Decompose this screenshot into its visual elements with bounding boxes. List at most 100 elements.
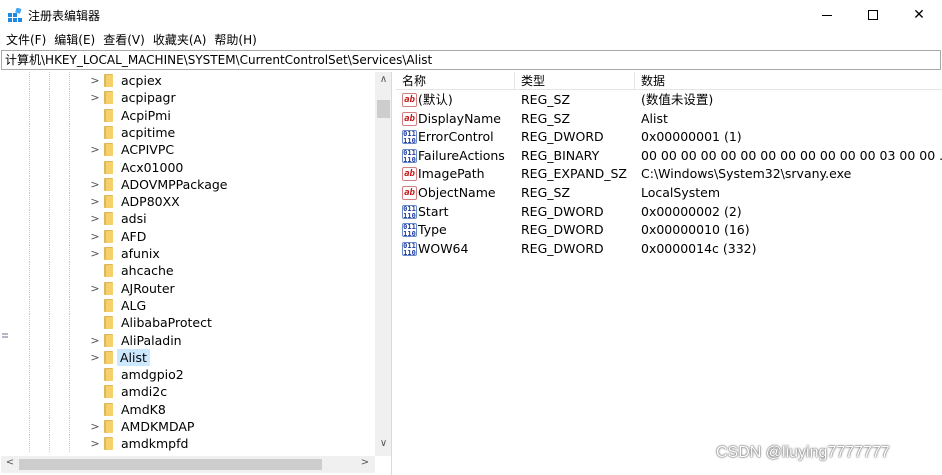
tree-item[interactable]: ALG [1, 296, 375, 314]
splitter-handle[interactable] [2, 333, 8, 339]
scroll-up-icon[interactable]: ∧ [375, 74, 391, 88]
column-header-type[interactable]: 类型 [515, 72, 635, 90]
column-header-name[interactable]: 名称 [396, 72, 515, 90]
tree-item-label[interactable]: afunix [119, 245, 162, 262]
menu-file[interactable]: 文件(F) [2, 30, 50, 50]
tree-item-label[interactable]: amdi2c [119, 383, 169, 400]
tree-item-label[interactable]: AlibabaProtect [119, 314, 214, 331]
tree-item[interactable]: AcpiPmi [1, 106, 375, 124]
address-bar[interactable]: 计算机\HKEY_LOCAL_MACHINE\SYSTEM\CurrentCon… [1, 50, 941, 70]
tree-item[interactable]: > AFD [1, 227, 375, 245]
tree-item-label[interactable]: ADOVMPPackage [119, 176, 229, 193]
tree-item[interactable]: > adsi [1, 210, 375, 228]
tree-item[interactable]: Acx01000 [1, 158, 375, 176]
chevron-right-icon[interactable]: > [89, 177, 101, 192]
value-row[interactable]: ab ObjectName REG_SZ LocalSystem [396, 184, 942, 203]
tree-item-label[interactable]: AMDKMDAP [119, 418, 196, 435]
menu-edit[interactable]: 编辑(E) [50, 30, 99, 50]
chevron-right-icon[interactable]: > [89, 246, 101, 261]
tree-item-label[interactable]: acpiex [119, 72, 164, 89]
scroll-thumb[interactable] [19, 459, 322, 470]
title-bar: 注册表编辑器 ✕ [0, 0, 942, 30]
value-row[interactable]: ab (默认) REG_SZ (数值未设置) [396, 91, 942, 110]
scroll-left-icon[interactable]: < [3, 457, 17, 472]
tree-item-label[interactable]: amdgpio2 [119, 366, 186, 383]
close-button[interactable]: ✕ [896, 0, 942, 30]
tree-item-label[interactable]: ahcache [119, 262, 176, 279]
tree-item-label[interactable]: Acx01000 [119, 159, 185, 176]
tree-item[interactable]: > ADP80XX [1, 193, 375, 211]
tree-item[interactable]: > amdkmpfd [1, 435, 375, 453]
chevron-right-icon[interactable]: > [89, 281, 101, 296]
value-type: REG_EXPAND_SZ [521, 166, 627, 182]
tree-item-label[interactable]: amdkmpfd [119, 435, 190, 452]
chevron-right-icon[interactable]: > [89, 142, 101, 157]
chevron-right-icon[interactable]: > [89, 229, 101, 244]
tree-item[interactable]: > AliPaladin [1, 331, 375, 349]
chevron-right-icon[interactable]: > [89, 73, 101, 88]
scroll-right-icon[interactable]: > [358, 457, 372, 472]
tree-item[interactable]: amdgpio2 [1, 366, 375, 384]
value-row[interactable]: 011 110 WOW64 REG_DWORD 0x0000014c (332) [396, 240, 942, 259]
tree-item[interactable]: > afunix [1, 245, 375, 262]
string-value-icon: ab [402, 167, 417, 182]
tree-item[interactable]: amdi2c [1, 383, 375, 401]
chevron-right-icon[interactable]: > [89, 350, 101, 365]
tree-vertical-scrollbar[interactable]: ∧ ∨ [375, 72, 391, 456]
tree-item-label[interactable]: adsi [119, 210, 149, 227]
tree-item[interactable]: AlibabaProtect [1, 314, 375, 332]
tree-item[interactable]: > acpipagr [1, 89, 375, 107]
chevron-right-icon[interactable]: > [89, 90, 101, 105]
folder-icon [104, 402, 113, 416]
tree-item-label[interactable]: Alist [117, 348, 150, 366]
maximize-button[interactable] [850, 0, 896, 30]
tree-horizontal-scrollbar[interactable]: < > [1, 456, 375, 473]
folder-icon [104, 333, 113, 347]
menu-view[interactable]: 查看(V) [99, 30, 149, 50]
tree-item-label[interactable]: AJRouter [119, 280, 177, 297]
tree-item[interactable]: > Alist [1, 348, 375, 366]
menu-help[interactable]: 帮助(H) [210, 30, 260, 50]
tree-guide-line [69, 383, 70, 401]
scroll-down-icon[interactable]: ∨ [375, 438, 391, 452]
tree-item[interactable]: > AMDKMDAP [1, 418, 375, 435]
tree-item-label[interactable]: acpitime [119, 124, 177, 141]
tree-guide-line [49, 383, 50, 401]
values-pane[interactable]: 名称 类型 数据 ab (默认) REG_SZ (数值未设置) ab DisplayNam… [396, 72, 942, 475]
value-row[interactable]: ab DisplayName REG_SZ Alist [396, 110, 942, 129]
tree-item-label[interactable]: AliPaladin [119, 332, 184, 349]
tree-item[interactable]: AmdK8 [1, 400, 375, 418]
chevron-right-icon[interactable]: > [89, 333, 101, 348]
tree-guide-line [49, 72, 50, 89]
chevron-right-icon[interactable]: > [89, 211, 101, 226]
tree-item-label[interactable]: AFD [119, 228, 148, 245]
tree-item[interactable]: acpitime [1, 123, 375, 141]
tree-item-label[interactable]: ADP80XX [119, 193, 182, 210]
tree-item[interactable]: > ADOVMPPackage [1, 175, 375, 193]
tree-item[interactable]: > AJRouter [1, 279, 375, 297]
chevron-right-icon[interactable]: > [89, 419, 101, 434]
tree-item[interactable]: > acpiex [1, 72, 375, 89]
value-row[interactable]: ab ImagePath REG_EXPAND_SZ C:\Windows\Syste… [396, 165, 942, 184]
minimize-button[interactable] [804, 0, 850, 30]
key-tree-pane[interactable]: > acpiex > acpipagr AcpiPmi acpitime > ACPIVPC A… [1, 72, 392, 475]
scroll-thumb[interactable] [377, 100, 390, 118]
tree-item-label[interactable]: ALG [119, 297, 148, 314]
value-row[interactable]: 011 110 Type REG_DWORD 0x00000010 (16) [396, 221, 942, 240]
value-data: 0x0000014c (332) [641, 240, 757, 256]
column-header-data[interactable]: 数据 [635, 72, 942, 90]
value-row[interactable]: 011 110 FailureActions REG_BINARY 00 00 00 … [396, 147, 942, 166]
tree-item-label[interactable]: acpipagr [119, 89, 178, 106]
tree-item-label[interactable]: ACPIVPC [119, 141, 176, 158]
tree-item-label[interactable]: AmdK8 [119, 401, 168, 418]
value-row[interactable]: 011 110 Start REG_DWORD 0x00000002 (2) [396, 203, 942, 222]
tree-item[interactable]: ahcache [1, 262, 375, 280]
chevron-right-icon[interactable]: > [89, 436, 101, 451]
tree-guide-line [29, 435, 30, 453]
chevron-right-icon[interactable]: > [89, 194, 101, 209]
tree-item-label[interactable]: AcpiPmi [119, 107, 173, 124]
value-name: DisplayName [418, 110, 501, 126]
value-row[interactable]: 011 110 ErrorControl REG_DWORD 0x00000001 (… [396, 128, 942, 147]
menu-favorites[interactable]: 收藏夹(A) [149, 30, 211, 50]
tree-item[interactable]: > ACPIVPC [1, 141, 375, 159]
